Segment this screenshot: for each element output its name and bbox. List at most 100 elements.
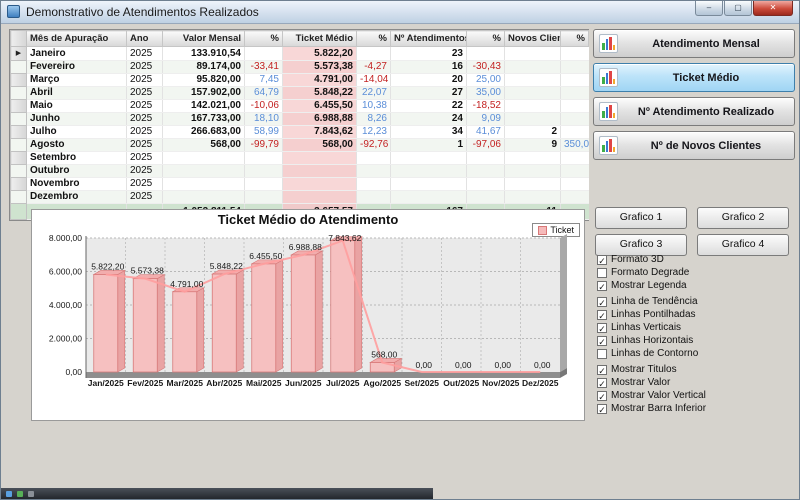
grid-cell[interactable]: 5.848,22 — [283, 87, 357, 100]
grid-cell[interactable]: 157.902,00 — [163, 87, 245, 100]
grid-cell[interactable]: 22 — [391, 100, 467, 113]
grid-cell[interactable]: Agosto — [27, 139, 127, 152]
table-row[interactable]: Agosto2025568,00-99,79568,00-92,761-97,0… — [11, 139, 589, 152]
grid-cell[interactable] — [561, 152, 589, 165]
table-row[interactable]: Outubro2025 — [11, 165, 589, 178]
grid-cell[interactable]: Dezembro — [27, 191, 127, 204]
grid-cell[interactable]: -4,27 — [357, 61, 391, 74]
grid-cell[interactable]: 35,00 — [467, 87, 505, 100]
row-selector[interactable] — [11, 152, 27, 165]
grid-cell[interactable] — [283, 152, 357, 165]
checkbox-linhas-de-contorno[interactable]: Linhas de Contorno — [597, 347, 698, 360]
grid-cell[interactable] — [163, 165, 245, 178]
grid-cell[interactable]: 2025 — [127, 87, 163, 100]
grid-cell[interactable] — [505, 47, 561, 61]
grid-cell[interactable] — [391, 191, 467, 204]
grid-cell[interactable]: 2025 — [127, 191, 163, 204]
checkbox-linhas-verticais[interactable]: ✓Linhas Verticais — [597, 321, 698, 334]
grid-cell[interactable] — [505, 152, 561, 165]
grid-cell[interactable] — [245, 47, 283, 61]
grid-cell[interactable]: 41,67 — [467, 126, 505, 139]
grafico-2-button[interactable]: Grafico 2 — [697, 207, 789, 229]
grid-cell[interactable]: 9 — [505, 139, 561, 152]
grid-cell[interactable] — [505, 178, 561, 191]
grid-cell[interactable] — [467, 47, 505, 61]
table-row[interactable]: Março202595.820,007,454.791,00-14,042025… — [11, 74, 589, 87]
grid-cell[interactable]: -33,41 — [245, 61, 283, 74]
grid-cell[interactable]: 5.573,38 — [283, 61, 357, 74]
grid-cell[interactable]: -92,76 — [357, 139, 391, 152]
grid-cell[interactable] — [561, 61, 589, 74]
row-selector[interactable] — [11, 139, 27, 152]
grid-cell[interactable]: 12,23 — [357, 126, 391, 139]
nav-button-atendimento-mensal[interactable]: Atendimento Mensal — [593, 29, 795, 58]
row-selector[interactable] — [11, 87, 27, 100]
grid-cell[interactable]: 5.822,20 — [283, 47, 357, 61]
grid-cell[interactable]: 568,00 — [283, 139, 357, 152]
grid-cell[interactable]: 24 — [391, 113, 467, 126]
row-selector[interactable] — [11, 126, 27, 139]
grid-cell[interactable] — [357, 47, 391, 61]
window-titlebar[interactable]: Demonstrativo de Atendimentos Realizados… — [1, 1, 799, 24]
table-row[interactable]: Novembro2025 — [11, 178, 589, 191]
grid-cell[interactable]: Outubro — [27, 165, 127, 178]
checkbox-mostrar-valor[interactable]: ✓Mostrar Valor — [597, 376, 706, 389]
grid-cell[interactable]: 2025 — [127, 61, 163, 74]
grid-cell[interactable]: Abril — [27, 87, 127, 100]
grid-cell[interactable]: -97,06 — [467, 139, 505, 152]
grid-cell[interactable]: Fevereiro — [27, 61, 127, 74]
checkbox-linhas-horizontais[interactable]: ✓Linhas Horizontais — [597, 334, 698, 347]
checkbox-mostrar-barra-inferior[interactable]: ✓Mostrar Barra Inferior — [597, 402, 706, 415]
grid-cell[interactable] — [391, 178, 467, 191]
column-header-n-atendimentos[interactable]: Nº Atendimentos — [391, 31, 467, 47]
grid-cell[interactable] — [467, 165, 505, 178]
row-selector[interactable] — [11, 100, 27, 113]
row-selector[interactable] — [11, 165, 27, 178]
grid-cell[interactable]: 1 — [391, 139, 467, 152]
grafico-4-button[interactable]: Grafico 4 — [697, 234, 789, 256]
grid-cell[interactable] — [505, 100, 561, 113]
checkbox-linhas-pontilhadas[interactable]: ✓Linhas Pontilhadas — [597, 308, 698, 321]
grid-cell[interactable]: 25,00 — [467, 74, 505, 87]
grid-cell[interactable] — [245, 178, 283, 191]
grid-cell[interactable]: 22,07 — [357, 87, 391, 100]
grid-cell[interactable]: 64,79 — [245, 87, 283, 100]
grid-cell[interactable] — [283, 178, 357, 191]
table-row[interactable]: Dezembro2025 — [11, 191, 589, 204]
grid-cell[interactable]: 18,10 — [245, 113, 283, 126]
grid-cell[interactable]: -14,04 — [357, 74, 391, 87]
grid-cell[interactable]: 4.791,00 — [283, 74, 357, 87]
grid-cell[interactable] — [283, 165, 357, 178]
grid-cell[interactable] — [505, 191, 561, 204]
row-selector[interactable] — [11, 113, 27, 126]
table-row[interactable]: Junho2025167.733,0018,106.988,888,26249,… — [11, 113, 589, 126]
grid-cell[interactable]: Janeiro — [27, 47, 127, 61]
grid-cell[interactable] — [163, 178, 245, 191]
grid-cell[interactable] — [357, 165, 391, 178]
grid-cell[interactable] — [561, 100, 589, 113]
grafico-1-button[interactable]: Grafico 1 — [595, 207, 687, 229]
column-header-pct[interactable]: % — [245, 31, 283, 47]
grid-cell[interactable]: Junho — [27, 113, 127, 126]
column-header-pct[interactable]: % — [561, 31, 589, 47]
grid-cell[interactable] — [467, 191, 505, 204]
grid-cell[interactable] — [561, 165, 589, 178]
grid-cell[interactable] — [561, 74, 589, 87]
grid-cell[interactable]: 58,99 — [245, 126, 283, 139]
table-row[interactable]: Setembro2025 — [11, 152, 589, 165]
grid-cell[interactable] — [561, 47, 589, 61]
grid-cell[interactable]: 2 — [505, 126, 561, 139]
grid-cell[interactable]: 16 — [391, 61, 467, 74]
grid-cell[interactable]: 142.021,00 — [163, 100, 245, 113]
grid-cell[interactable]: 89.174,00 — [163, 61, 245, 74]
grid-cell[interactable] — [163, 152, 245, 165]
grid-cell[interactable] — [391, 152, 467, 165]
grid-cell[interactable] — [561, 113, 589, 126]
grid-cell[interactable]: 95.820,00 — [163, 74, 245, 87]
grid-cell[interactable]: 6.988,88 — [283, 113, 357, 126]
grid-cell[interactable] — [561, 191, 589, 204]
grid-cell[interactable]: -99,79 — [245, 139, 283, 152]
grid-cell[interactable]: 2025 — [127, 47, 163, 61]
grid-cell[interactable]: 7.843,62 — [283, 126, 357, 139]
grid-cell[interactable]: -18,52 — [467, 100, 505, 113]
